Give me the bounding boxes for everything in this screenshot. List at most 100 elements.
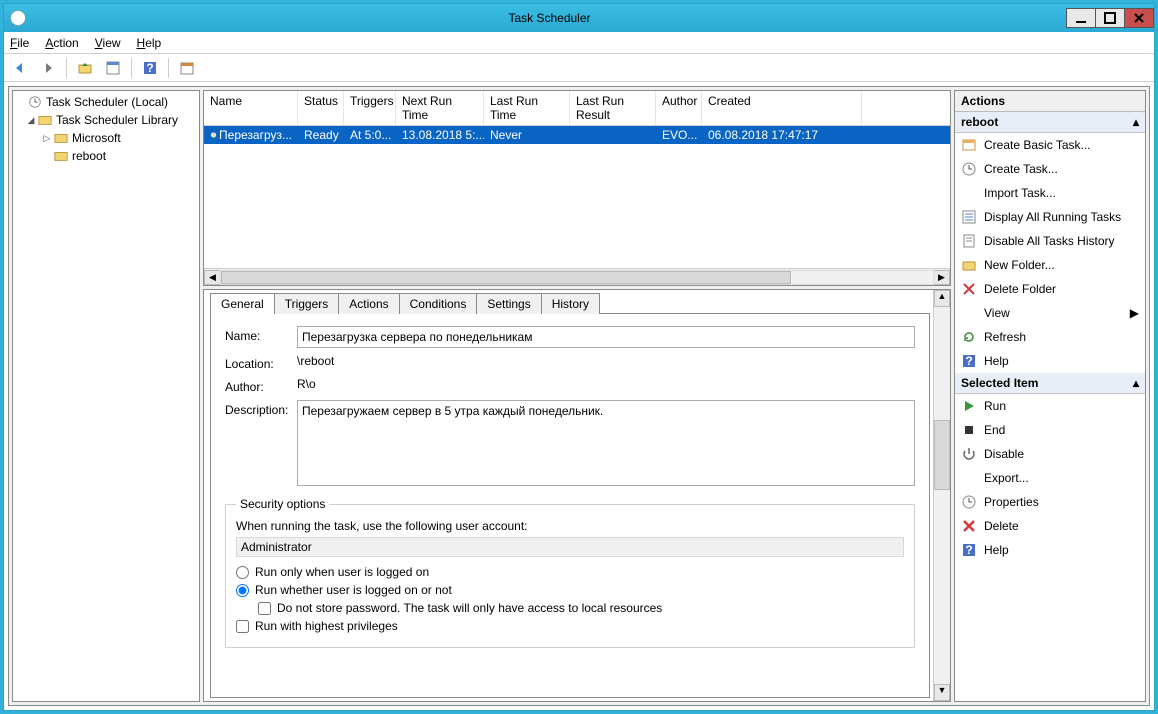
- action-help[interactable]: ?Help: [955, 349, 1145, 373]
- tree-root[interactable]: Task Scheduler (Local): [15, 93, 197, 111]
- action-delete[interactable]: Delete: [955, 514, 1145, 538]
- col-name[interactable]: Name: [204, 91, 298, 125]
- action-delete-folder[interactable]: Delete Folder: [955, 277, 1145, 301]
- col-next-run[interactable]: Next Run Time: [396, 91, 484, 125]
- tree-reboot[interactable]: reboot: [15, 147, 197, 165]
- action-new-folder[interactable]: New Folder...: [955, 253, 1145, 277]
- nav-back-button[interactable]: [8, 56, 32, 80]
- action-help-2[interactable]: ?Help: [955, 538, 1145, 562]
- cell-triggers: At 5:0...: [344, 128, 396, 142]
- col-created[interactable]: Created: [702, 91, 862, 125]
- close-button[interactable]: [1124, 8, 1154, 28]
- scroll-thumb[interactable]: [934, 420, 950, 490]
- list-icon: [961, 209, 977, 225]
- action-disable-history[interactable]: Disable All Tasks History: [955, 229, 1145, 253]
- up-folder-button[interactable]: [73, 56, 97, 80]
- separator: [66, 58, 67, 78]
- action-export[interactable]: Export...: [955, 466, 1145, 490]
- tree-expand-icon[interactable]: ▷: [41, 133, 53, 144]
- chk-highest-privileges[interactable]: Run with highest privileges: [236, 619, 904, 633]
- menubar: File Action View Help: [4, 32, 1154, 54]
- help-icon: ?: [961, 542, 977, 558]
- action-refresh[interactable]: Refresh: [955, 325, 1145, 349]
- center-content: Name Status Triggers Next Run Time Last …: [203, 90, 951, 702]
- tab-conditions[interactable]: Conditions: [399, 293, 478, 314]
- action-view-submenu[interactable]: View▶: [955, 301, 1145, 325]
- cell-next: 13.08.2018 5:...: [396, 128, 484, 142]
- chk-no-store-password-input[interactable]: [258, 602, 271, 615]
- maximize-button[interactable]: [1095, 8, 1125, 28]
- tree-microsoft[interactable]: ▷ Microsoft: [15, 129, 197, 147]
- scroll-down-button[interactable]: ▼: [934, 684, 950, 701]
- action-run[interactable]: Run: [955, 394, 1145, 418]
- col-status[interactable]: Status: [298, 91, 344, 125]
- radio-logged-on-label: Run only when user is logged on: [255, 565, 429, 579]
- help-button[interactable]: ?: [138, 56, 162, 80]
- action-disable[interactable]: Disable: [955, 442, 1145, 466]
- detail-v-scrollbar[interactable]: ▲ ▼: [933, 290, 950, 701]
- scroll-track[interactable]: [220, 270, 934, 285]
- properties-button[interactable]: [101, 56, 125, 80]
- actions-section-reboot[interactable]: reboot▴: [955, 112, 1145, 133]
- tree-collapse-icon[interactable]: ◢: [25, 115, 37, 126]
- security-legend: Security options: [236, 497, 329, 511]
- window-title: Task Scheduler: [32, 11, 1067, 25]
- scroll-right-button[interactable]: ▶: [933, 270, 950, 285]
- menu-view[interactable]: View: [95, 36, 121, 50]
- toolbar: ?: [4, 54, 1154, 82]
- chk-highest-privileges-input[interactable]: [236, 620, 249, 633]
- h-scrollbar[interactable]: ◀ ▶: [204, 268, 950, 285]
- description-textarea[interactable]: [297, 400, 915, 486]
- radio-logged-on-or-not-label: Run whether user is logged on or not: [255, 583, 452, 597]
- radio-logged-on-or-not[interactable]: Run whether user is logged on or not: [236, 583, 904, 597]
- folder-icon: [53, 149, 69, 163]
- radio-logged-on[interactable]: Run only when user is logged on: [236, 565, 904, 579]
- action-import-task[interactable]: Import Task...: [955, 181, 1145, 205]
- menu-action[interactable]: Action: [45, 36, 78, 50]
- tab-settings[interactable]: Settings: [476, 293, 541, 314]
- scroll-thumb[interactable]: [221, 271, 791, 284]
- chk-no-store-password[interactable]: Do not store password. The task will onl…: [258, 601, 904, 615]
- svg-text:?: ?: [965, 354, 972, 368]
- minimize-button[interactable]: [1066, 8, 1096, 28]
- cell-status: Ready: [298, 128, 344, 142]
- play-icon: [961, 398, 977, 414]
- task-row-selected[interactable]: Перезагруз... Ready At 5:0... 13.08.2018…: [204, 126, 950, 144]
- col-last-result[interactable]: Last Run Result: [570, 91, 656, 125]
- tab-actions[interactable]: Actions: [338, 293, 399, 314]
- task-icon: [210, 127, 217, 143]
- menu-file[interactable]: File: [10, 36, 29, 50]
- tab-triggers[interactable]: Triggers: [274, 293, 340, 314]
- tab-history[interactable]: History: [541, 293, 600, 314]
- separator: [131, 58, 132, 78]
- action-create-task[interactable]: Create Task...: [955, 157, 1145, 181]
- collapse-icon: ▴: [1133, 376, 1139, 390]
- col-triggers[interactable]: Triggers: [344, 91, 396, 125]
- scroll-left-button[interactable]: ◀: [204, 270, 221, 285]
- col-last-run[interactable]: Last Run Time: [484, 91, 570, 125]
- tree-label: reboot: [72, 149, 106, 163]
- radio-logged-on-input[interactable]: [236, 566, 249, 579]
- tree-pane: Task Scheduler (Local) ◢ Task Scheduler …: [12, 90, 200, 702]
- tree-label: Microsoft: [72, 131, 121, 145]
- actions-section-selected[interactable]: Selected Item▴: [955, 373, 1145, 394]
- tree-library[interactable]: ◢ Task Scheduler Library: [15, 111, 197, 129]
- main-content: Task Scheduler (Local) ◢ Task Scheduler …: [8, 86, 1150, 706]
- action-end[interactable]: End: [955, 418, 1145, 442]
- task-name-input[interactable]: [297, 326, 915, 348]
- blank-icon: [961, 305, 977, 321]
- calendar-button[interactable]: [175, 56, 199, 80]
- radio-logged-on-or-not-input[interactable]: [236, 584, 249, 597]
- action-properties[interactable]: Properties: [955, 490, 1145, 514]
- tab-general[interactable]: General: [210, 293, 275, 314]
- col-author[interactable]: Author: [656, 91, 702, 125]
- nav-forward-button[interactable]: [36, 56, 60, 80]
- menu-help[interactable]: Help: [137, 36, 162, 50]
- scroll-track[interactable]: [934, 307, 950, 684]
- action-create-basic-task[interactable]: Create Basic Task...: [955, 133, 1145, 157]
- action-display-running[interactable]: Display All Running Tasks: [955, 205, 1145, 229]
- security-caption: When running the task, use the following…: [236, 519, 904, 533]
- cell-author: EVO...: [656, 128, 702, 142]
- app-icon: [10, 10, 26, 26]
- scroll-up-button[interactable]: ▲: [934, 290, 950, 307]
